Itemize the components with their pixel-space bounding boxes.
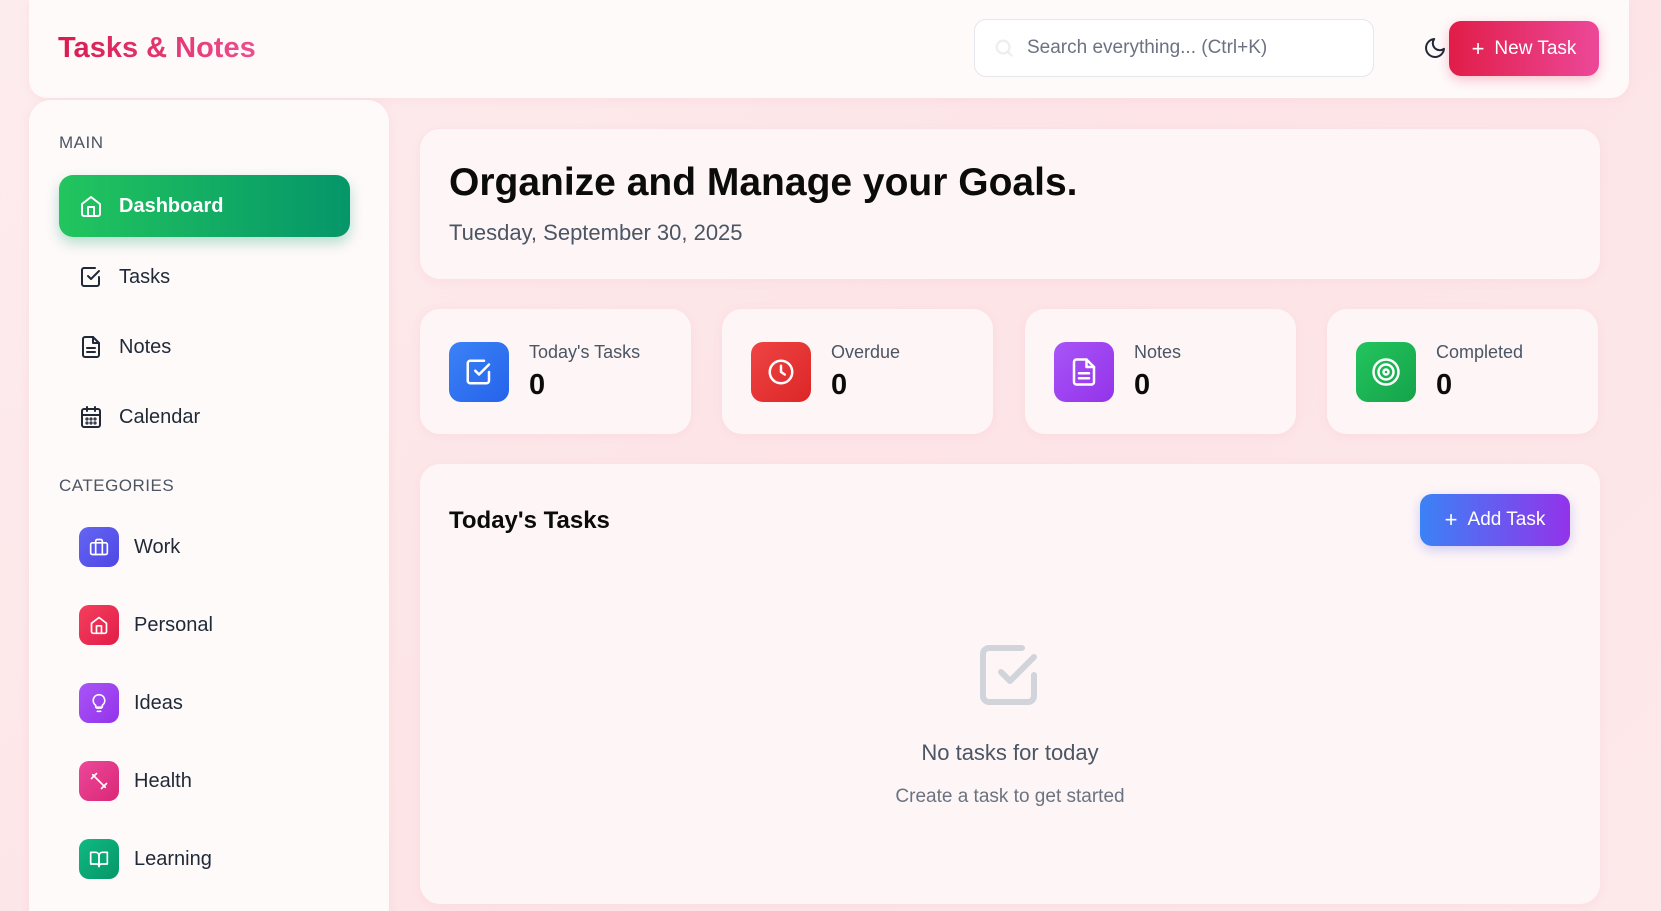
check-square-icon [980, 645, 1037, 705]
book-open-icon [89, 851, 109, 868]
category-work[interactable]: Work [79, 525, 180, 569]
sidebar-item-label: Tasks [119, 265, 171, 288]
stat-icon-tile [1054, 342, 1114, 402]
section-label-main: MAIN [59, 133, 104, 152]
top-header: Tasks & Notes + New Task [29, 0, 1629, 98]
page-title: Organize and Manage your Goals. [449, 161, 1078, 204]
category-badge [79, 839, 119, 879]
sidebar-item-notes[interactable]: Notes [59, 316, 350, 378]
search-icon [995, 39, 1014, 58]
stat-icon-tile [1356, 342, 1416, 402]
sidebar-item-dashboard[interactable]: Dashboard [59, 175, 350, 237]
empty-state-subtitle: Create a task to get started [895, 786, 1125, 807]
empty-state-title: No tasks for today [921, 740, 1099, 765]
sidebar: MAIN Dashboard Tasks Notes Calendar CATE… [29, 100, 389, 911]
category-label: Personal [134, 613, 213, 636]
stat-card-notes[interactable]: Notes 0 [1025, 309, 1296, 434]
home-icon [90, 616, 108, 635]
category-ideas[interactable]: Ideas [79, 681, 183, 725]
stat-value: 0 [1134, 369, 1151, 401]
current-date: Tuesday, September 30, 2025 [449, 220, 743, 245]
sidebar-item-calendar[interactable]: Calendar [59, 386, 350, 448]
stat-icon-tile [449, 342, 509, 402]
stat-label: Overdue [831, 342, 901, 362]
category-personal[interactable]: Personal [79, 603, 213, 647]
calendar-icon [81, 406, 101, 428]
dumbbell-icon [90, 772, 108, 790]
add-task-label: Add Task [1467, 509, 1546, 530]
section-label-categories: CATEGORIES [59, 476, 175, 495]
sidebar-item-label: Dashboard [119, 194, 224, 217]
stat-value: 0 [831, 369, 848, 401]
stat-label: Today's Tasks [529, 342, 641, 362]
stat-icon-tile [751, 342, 811, 402]
file-text-icon [1072, 358, 1096, 386]
target-icon [1372, 358, 1400, 386]
moon-icon [1425, 38, 1445, 58]
sidebar-item-label: Calendar [119, 405, 201, 428]
stat-card-completed[interactable]: Completed 0 [1327, 309, 1598, 434]
check-square-icon [81, 267, 100, 287]
category-health[interactable]: Health [79, 759, 192, 803]
category-badge [79, 527, 119, 567]
search-box[interactable] [974, 19, 1374, 77]
check-square-icon [466, 359, 491, 385]
theme-toggle-button[interactable] [1417, 30, 1453, 66]
category-badge [79, 683, 119, 723]
plus-icon: + [1444, 507, 1458, 532]
add-task-button[interactable]: + Add Task [1420, 494, 1570, 546]
category-label: Work [134, 535, 181, 558]
sidebar-item-label: Notes [119, 335, 172, 358]
plus-icon: + [1471, 35, 1485, 61]
home-icon [81, 196, 101, 217]
category-badge [79, 605, 119, 645]
category-badge [79, 761, 119, 801]
stat-value: 0 [529, 369, 546, 401]
stat-value: 0 [1436, 369, 1453, 401]
stat-label: Completed [1436, 342, 1524, 362]
lightbulb-icon [92, 693, 106, 713]
todays-tasks-panel: Today's Tasks + Add Task No tasks for to… [420, 464, 1600, 904]
new-task-button[interactable]: + New Task [1449, 21, 1599, 76]
briefcase-icon [89, 538, 109, 556]
stat-card-overdue[interactable]: Overdue 0 [722, 309, 993, 434]
app-brand[interactable]: Tasks & Notes [58, 32, 256, 65]
category-learning[interactable]: Learning [79, 837, 212, 881]
file-text-icon [82, 336, 100, 358]
search-input[interactable] [1027, 37, 1357, 59]
clock-icon [768, 359, 794, 385]
welcome-card: Organize and Manage your Goals. Tuesday,… [420, 129, 1600, 279]
new-task-label: New Task [1494, 37, 1577, 59]
panel-title: Today's Tasks [449, 507, 610, 534]
category-label: Health [134, 769, 192, 792]
stat-label: Notes [1134, 342, 1182, 362]
stat-card-todays-tasks[interactable]: Today's Tasks 0 [420, 309, 691, 434]
category-label: Learning [134, 847, 212, 870]
category-label: Ideas [134, 691, 183, 714]
sidebar-item-tasks[interactable]: Tasks [59, 246, 350, 308]
